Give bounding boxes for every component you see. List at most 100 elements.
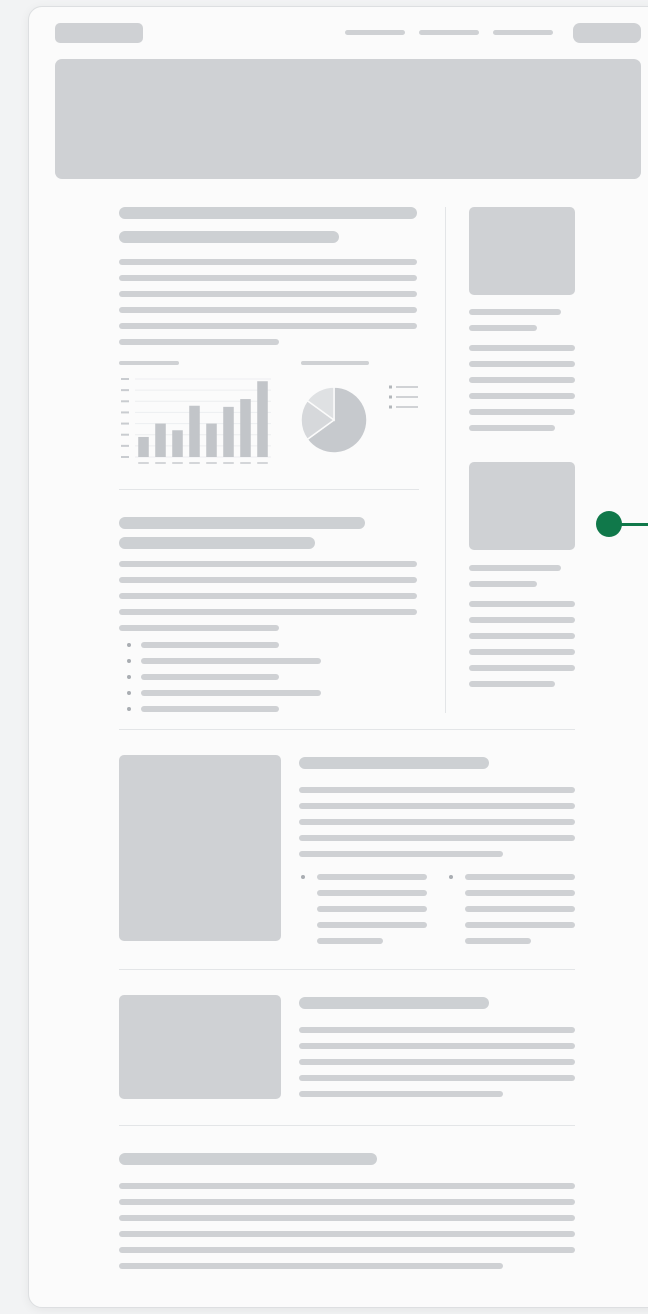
closing-title-line (119, 1153, 377, 1165)
x-tick-label (155, 462, 166, 464)
x-tick-label (257, 462, 268, 464)
text-line (469, 601, 575, 607)
text-line (469, 345, 575, 351)
section-title-line-2 (119, 537, 315, 549)
text-line (299, 1091, 503, 1097)
sidebar-image-placeholder (469, 462, 575, 550)
list-item (141, 642, 279, 648)
article-title-line-2 (119, 231, 339, 243)
legend-label (396, 406, 418, 408)
text-line (299, 819, 575, 825)
list-item (141, 706, 279, 712)
bar (240, 399, 251, 457)
nav-link-3[interactable] (493, 30, 553, 35)
drag-handle-icon[interactable] (596, 511, 622, 537)
text-line (469, 425, 555, 431)
bar (223, 406, 234, 457)
bar (189, 405, 200, 457)
nav-button-placeholder[interactable] (573, 23, 641, 43)
text-line (119, 307, 417, 313)
text-line (299, 1059, 575, 1065)
text-line (119, 593, 417, 599)
legend-label (396, 386, 418, 388)
text-line (119, 1199, 575, 1205)
y-tick-label (121, 400, 129, 403)
bullet-icon (127, 675, 131, 679)
sidebar-title-line (469, 325, 537, 331)
text-line (469, 665, 575, 671)
y-tick-label (121, 444, 129, 447)
y-tick-label (121, 378, 129, 380)
list-item (141, 674, 279, 680)
text-line (119, 259, 417, 265)
text-line (299, 1075, 575, 1081)
list-item (465, 874, 575, 880)
pie-chart (300, 361, 418, 454)
text-line (469, 681, 555, 687)
text-line (119, 1247, 575, 1253)
x-tick-label (172, 462, 183, 464)
legend-swatch (389, 395, 392, 399)
x-tick-label (206, 462, 217, 464)
list-item (317, 890, 427, 896)
text-line (119, 625, 279, 631)
y-tick-label (121, 389, 129, 392)
text-line (119, 561, 417, 567)
list-item (141, 690, 321, 696)
feature-title-line (299, 757, 489, 769)
text-line (299, 1027, 575, 1033)
logo-placeholder[interactable] (55, 23, 143, 43)
list-item (465, 938, 531, 944)
text-line (119, 323, 417, 329)
hero-banner-placeholder (55, 59, 641, 179)
text-line (119, 291, 417, 297)
bar (257, 381, 268, 457)
list-item (141, 658, 321, 664)
text-line (469, 409, 575, 415)
x-tick-label (138, 462, 149, 464)
column-divider (445, 207, 446, 713)
y-tick-label (121, 422, 129, 425)
section-title-line-1 (119, 517, 365, 529)
text-line (299, 835, 575, 841)
text-line (119, 1215, 575, 1221)
text-line (469, 649, 575, 655)
text-line (469, 393, 575, 399)
wireframe-page (28, 6, 648, 1308)
y-tick-label (121, 411, 129, 414)
list-item (317, 938, 383, 944)
text-line (469, 617, 575, 623)
text-line (299, 1043, 575, 1049)
list-item (317, 906, 427, 912)
bullet-icon (127, 707, 131, 711)
x-tick-label (240, 462, 251, 464)
text-line (119, 275, 417, 281)
list-item (465, 922, 575, 928)
list-item (465, 906, 575, 912)
feature-image-placeholder (119, 755, 281, 941)
bar-chart (119, 361, 271, 464)
list-item (317, 922, 427, 928)
section-divider (119, 489, 419, 490)
legend-swatch (389, 405, 392, 409)
sidebar-title-line (469, 309, 561, 315)
text-line (469, 377, 575, 383)
bullet-icon (301, 875, 305, 879)
text-line (299, 787, 575, 793)
bullet-icon (449, 875, 453, 879)
drag-handle-line[interactable] (620, 523, 648, 526)
section-divider (119, 1125, 575, 1126)
bullet-icon (127, 659, 131, 663)
text-line (119, 1263, 503, 1269)
nav-link-2[interactable] (419, 30, 479, 35)
list-item (317, 874, 427, 880)
bullet-icon (127, 643, 131, 647)
nav-link-1[interactable] (345, 30, 405, 35)
sidebar-image-placeholder (469, 207, 575, 295)
legend-swatch (389, 385, 392, 389)
y-tick-label (121, 433, 129, 436)
sidebar-title-line (469, 581, 537, 587)
text-line (469, 361, 575, 367)
bar (138, 436, 149, 457)
bar (155, 423, 166, 457)
